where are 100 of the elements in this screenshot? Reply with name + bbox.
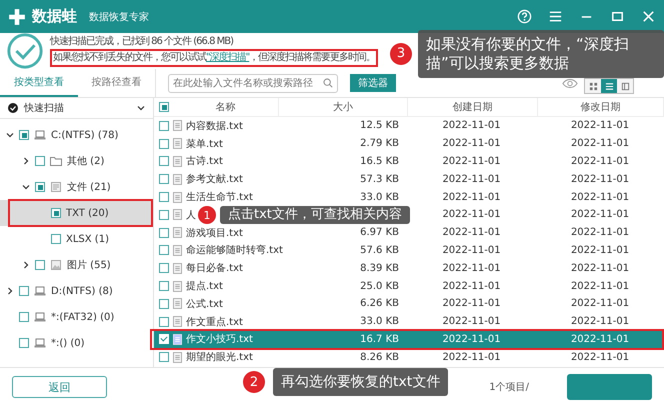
checkbox[interactable] (51, 234, 61, 244)
modified-date: 2022-11-01 (570, 209, 630, 220)
maximize-icon[interactable] (610, 9, 625, 24)
checkbox[interactable] (19, 312, 29, 322)
view-mode-button[interactable] (617, 79, 633, 93)
document-icon (173, 174, 182, 185)
eye-icon[interactable] (562, 78, 578, 88)
file-name: 游戏项目.txt (186, 226, 243, 240)
checkbox[interactable] (159, 192, 169, 202)
checkbox[interactable] (159, 352, 169, 362)
checkbox[interactable] (159, 174, 169, 184)
file-name: 参考文献.txt (186, 172, 243, 186)
scan-dropdown[interactable]: 快速扫描 (0, 98, 153, 119)
file-size: 6.26 KB (360, 298, 399, 310)
check-circle-icon (6, 32, 44, 70)
deep-scan-link[interactable]: "深度扫描" (206, 52, 250, 62)
help-icon[interactable] (517, 9, 532, 24)
chevron-right-icon[interactable] (6, 287, 14, 295)
file-size: 8.26 KB (360, 352, 399, 363)
menu-icon[interactable] (548, 9, 563, 24)
document-icon (173, 352, 182, 363)
checkbox[interactable] (19, 130, 29, 140)
modified-date: 2022-11-01 (570, 262, 630, 274)
close-icon[interactable] (641, 9, 656, 24)
tree-item[interactable]: C:(NTFS) (78) (0, 122, 153, 148)
modified-date: 2022-11-01 (570, 138, 630, 150)
chevron-right-icon[interactable] (22, 157, 30, 165)
file-name: 作文小技巧.txt (186, 332, 253, 346)
checkbox[interactable] (51, 208, 61, 218)
filter-button[interactable]: 筛选器 (350, 74, 396, 92)
modified-date: 2022-11-01 (570, 227, 630, 238)
document-icon (173, 262, 182, 274)
created-date: 2022-11-01 (442, 244, 501, 256)
checkbox[interactable] (159, 263, 169, 274)
checkbox[interactable] (35, 182, 45, 192)
created-date: 2022-11-01 (442, 174, 501, 185)
file-name: 提点.txt (186, 280, 223, 294)
document-icon (173, 316, 182, 328)
checkbox[interactable] (19, 338, 29, 348)
checkbox[interactable] (35, 156, 45, 166)
file-size: 2.79 KB (360, 138, 399, 150)
checkbox[interactable] (159, 245, 169, 256)
callout-tooltip: 如果没有你要的文件，“深度扫描”可以搜索更多数据 (418, 30, 664, 78)
document-icon (173, 209, 182, 220)
checkbox[interactable] (159, 281, 169, 292)
column-header[interactable]: 大小 (279, 98, 408, 116)
scan-status-text: 快速扫描已完成，已找到 86 个文件 (66.8 MB) (50, 36, 234, 48)
view-mode-button[interactable] (585, 79, 601, 93)
tree-item[interactable]: D:(NTFS) (8) (0, 278, 153, 304)
tree-item[interactable]: *:() (0) (0, 330, 153, 356)
modified-date: 2022-11-01 (570, 352, 630, 363)
checkbox[interactable] (159, 102, 169, 112)
checkbox[interactable] (19, 286, 29, 296)
tree-item[interactable]: TXT (20) (0, 200, 153, 226)
checkbox[interactable] (159, 228, 169, 238)
checkbox[interactable] (159, 210, 169, 220)
checkbox[interactable] (159, 120, 169, 131)
search-icon[interactable] (323, 78, 333, 88)
checkbox[interactable] (159, 156, 169, 166)
chevron-right-icon[interactable] (22, 261, 30, 269)
column-header[interactable]: 创建日期 (408, 98, 538, 116)
column-header[interactable]: 修改日期 (538, 98, 664, 116)
document-icon (173, 244, 182, 256)
tree-label: *:() (0) (51, 338, 85, 348)
tree-item[interactable]: *:(FAT32) (0) (0, 304, 153, 330)
step-number-badge: 3 (390, 42, 412, 65)
file-name: 古诗.txt (186, 154, 223, 168)
created-date: 2022-11-01 (442, 262, 501, 274)
check-circle-icon (8, 103, 18, 113)
checkbox[interactable] (159, 298, 169, 309)
drive-icon (34, 312, 46, 322)
file-size: 33.0 KB (360, 192, 399, 203)
file-size: 8.39 KB (360, 262, 399, 274)
column-header[interactable]: 名称 (173, 100, 278, 114)
tree-item[interactable]: 其他 (2) (0, 148, 153, 174)
step-number-badge: 1 (198, 206, 216, 224)
tree-label: D:(NTFS) (8) (51, 286, 113, 296)
tree-item[interactable]: 文件 (21) (0, 174, 153, 200)
tree-label: C:(NTFS) (78) (51, 130, 118, 140)
document-icon (173, 156, 182, 167)
file-size: 16.5 KB (360, 156, 399, 167)
checkbox[interactable] (159, 316, 169, 327)
file-size: 16.7 KB (360, 334, 399, 345)
tree-item[interactable]: XLSX (1) (0, 226, 153, 252)
selected-file-row[interactable]: 作文小技巧.txt 16.7 KB 2022-11-01 2022-11-01 (154, 330, 664, 348)
deep-scan-hint: 如果您找不到丢失的文件，您可以试试"深度扫描"，但深度扫描将需要更多时间。 (53, 52, 376, 62)
image-icon (50, 260, 62, 270)
back-button[interactable]: 返回 (12, 376, 107, 398)
chevron-down-icon[interactable] (6, 131, 14, 139)
checkbox[interactable] (35, 260, 45, 270)
view-mode-button[interactable] (601, 79, 617, 93)
list-icon (604, 82, 614, 90)
tree-label: XLSX (1) (66, 234, 109, 244)
drive-icon (34, 338, 46, 348)
file-size: 6.97 KB (360, 227, 399, 238)
chevron-down-icon[interactable] (22, 183, 30, 191)
file-size: 57.3 KB (360, 174, 399, 185)
tree-item[interactable]: 图片 (55) (0, 252, 153, 278)
checkbox[interactable] (159, 138, 169, 149)
file-name: 命运能够随时转弯.txt (186, 244, 283, 258)
